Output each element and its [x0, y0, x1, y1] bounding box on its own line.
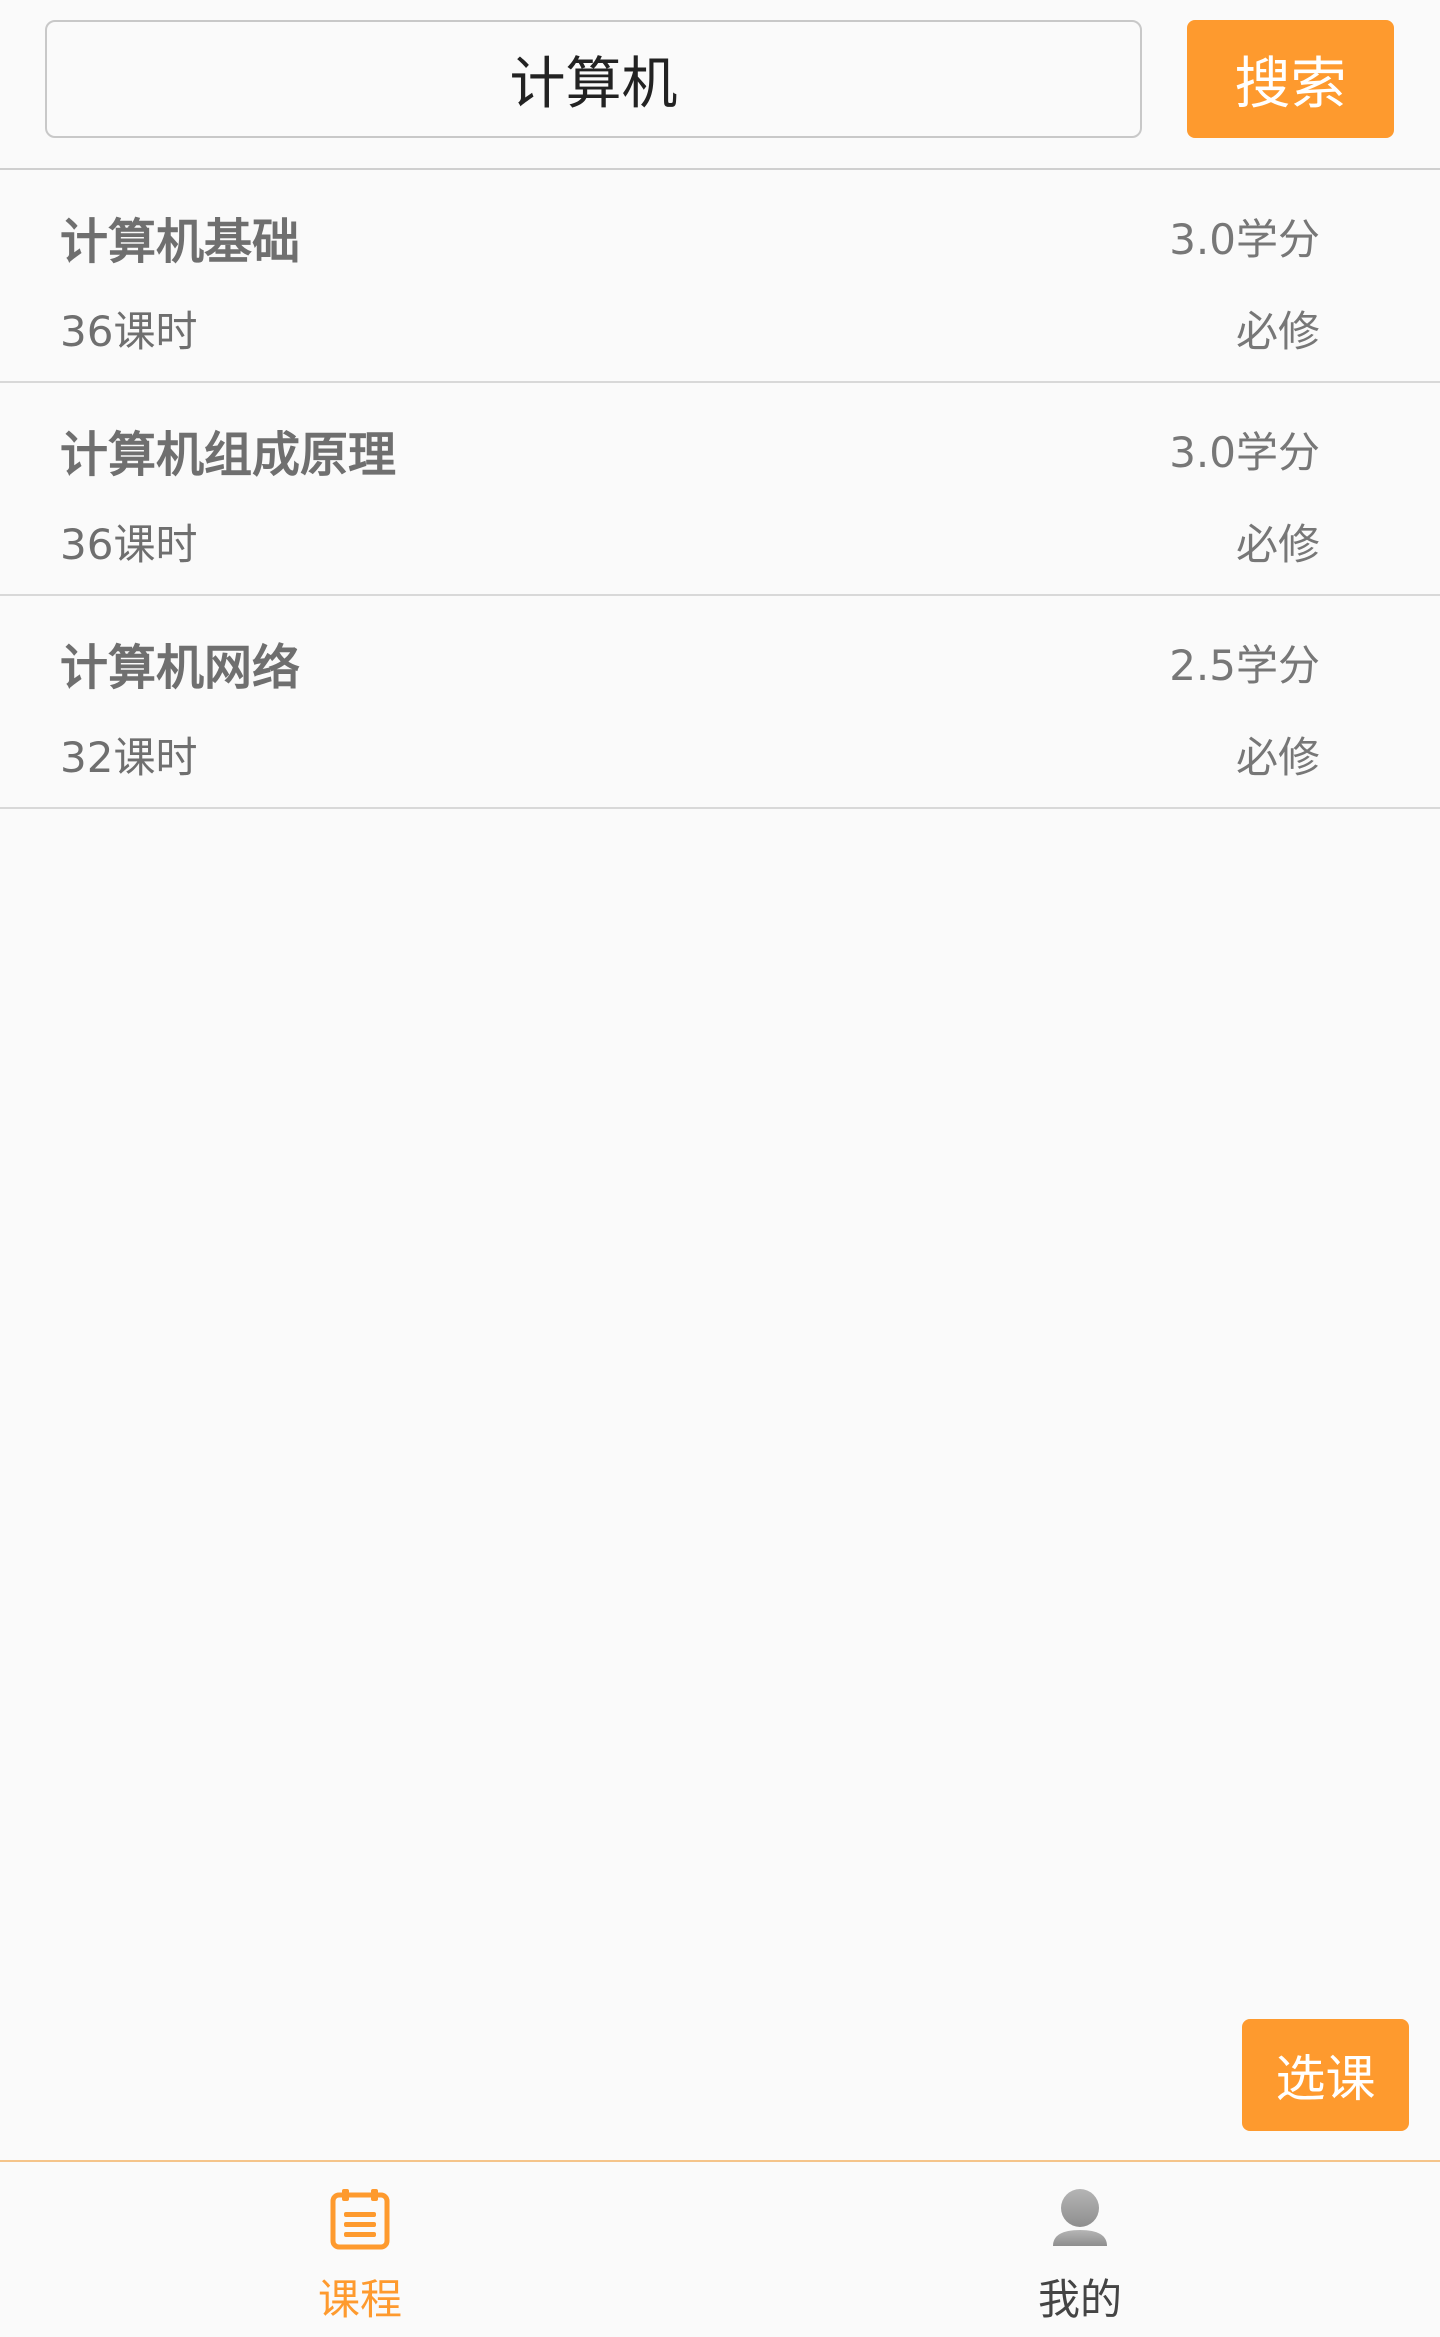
bottom-nav: 课程 我的: [0, 2160, 1440, 2337]
select-course-button[interactable]: 选课: [1242, 2019, 1409, 2131]
course-search-page: 搜索 计算机基础 3.0学分 36课时 必修 计算机组成原理 3.0学分 36课…: [0, 0, 1440, 2337]
search-button[interactable]: 搜索: [1187, 20, 1394, 138]
course-name: 计算机组成原理: [60, 427, 397, 483]
course-type: 必修: [1235, 733, 1320, 782]
tab-mine-label: 我的: [1037, 2275, 1122, 2324]
course-hours: 36课时: [60, 307, 198, 356]
course-list: 计算机基础 3.0学分 36课时 必修 计算机组成原理 3.0学分 36课时 必…: [0, 170, 1440, 809]
user-avatar-icon: [1053, 2189, 1107, 2246]
course-name: 计算机网络: [60, 640, 301, 696]
course-row[interactable]: 计算机组成原理 3.0学分 36课时 必修: [0, 383, 1440, 596]
course-type: 必修: [1235, 520, 1320, 569]
tab-mine[interactable]: 我的: [720, 2162, 1440, 2337]
tab-courses[interactable]: 课程: [0, 2162, 720, 2337]
course-calendar-icon: [330, 2189, 390, 2250]
course-credits: 3.0学分: [1169, 215, 1320, 264]
course-type: 必修: [1235, 307, 1320, 356]
course-hours: 32课时: [60, 733, 198, 782]
course-credits: 3.0学分: [1169, 428, 1320, 477]
course-hours: 36课时: [60, 520, 198, 569]
course-credits: 2.5学分: [1169, 641, 1320, 690]
course-row[interactable]: 计算机网络 2.5学分 32课时 必修: [0, 596, 1440, 809]
tab-courses-label: 课程: [317, 2275, 402, 2324]
search-input[interactable]: [45, 20, 1142, 138]
course-name: 计算机基础: [60, 214, 301, 270]
search-bar: 搜索: [0, 0, 1440, 170]
course-row[interactable]: 计算机基础 3.0学分 36课时 必修: [0, 170, 1440, 383]
